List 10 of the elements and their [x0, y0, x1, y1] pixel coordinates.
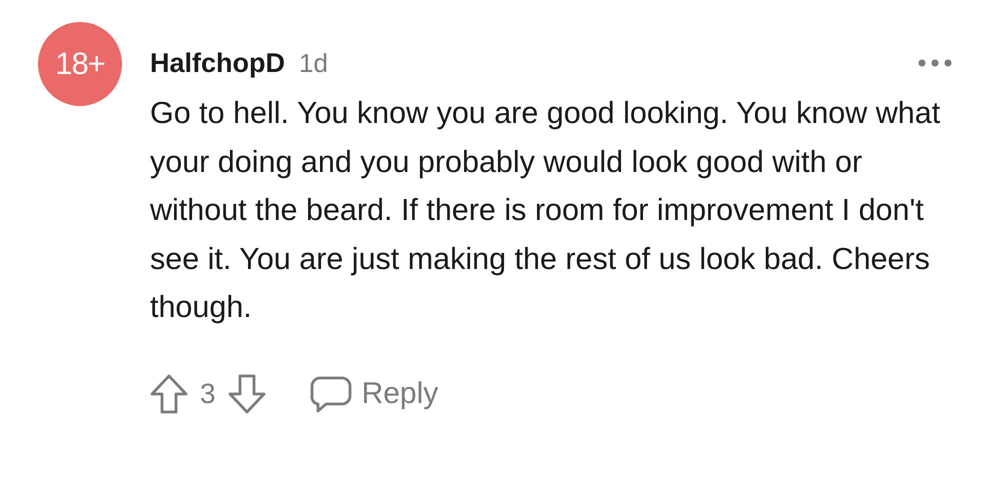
upvote-icon[interactable] — [150, 374, 188, 414]
reply-button[interactable]: Reply — [310, 374, 438, 412]
comment-age: 1d — [299, 48, 328, 78]
vote-count: 3 — [200, 378, 216, 410]
avatar[interactable]: 18+ — [38, 22, 122, 106]
more-options-icon[interactable] — [918, 59, 952, 67]
comment-bubble-icon — [310, 374, 352, 412]
comment-text: Go to hell. You know you are good looking. You know what your doing and you probably would look good with or without the beard. If there is room for improvement I don't see it. You are just making the rest of us look bad. Cheers though. — [150, 95, 942, 326]
username[interactable]: HalfchopD — [150, 48, 285, 78]
downvote-icon[interactable] — [228, 374, 266, 414]
